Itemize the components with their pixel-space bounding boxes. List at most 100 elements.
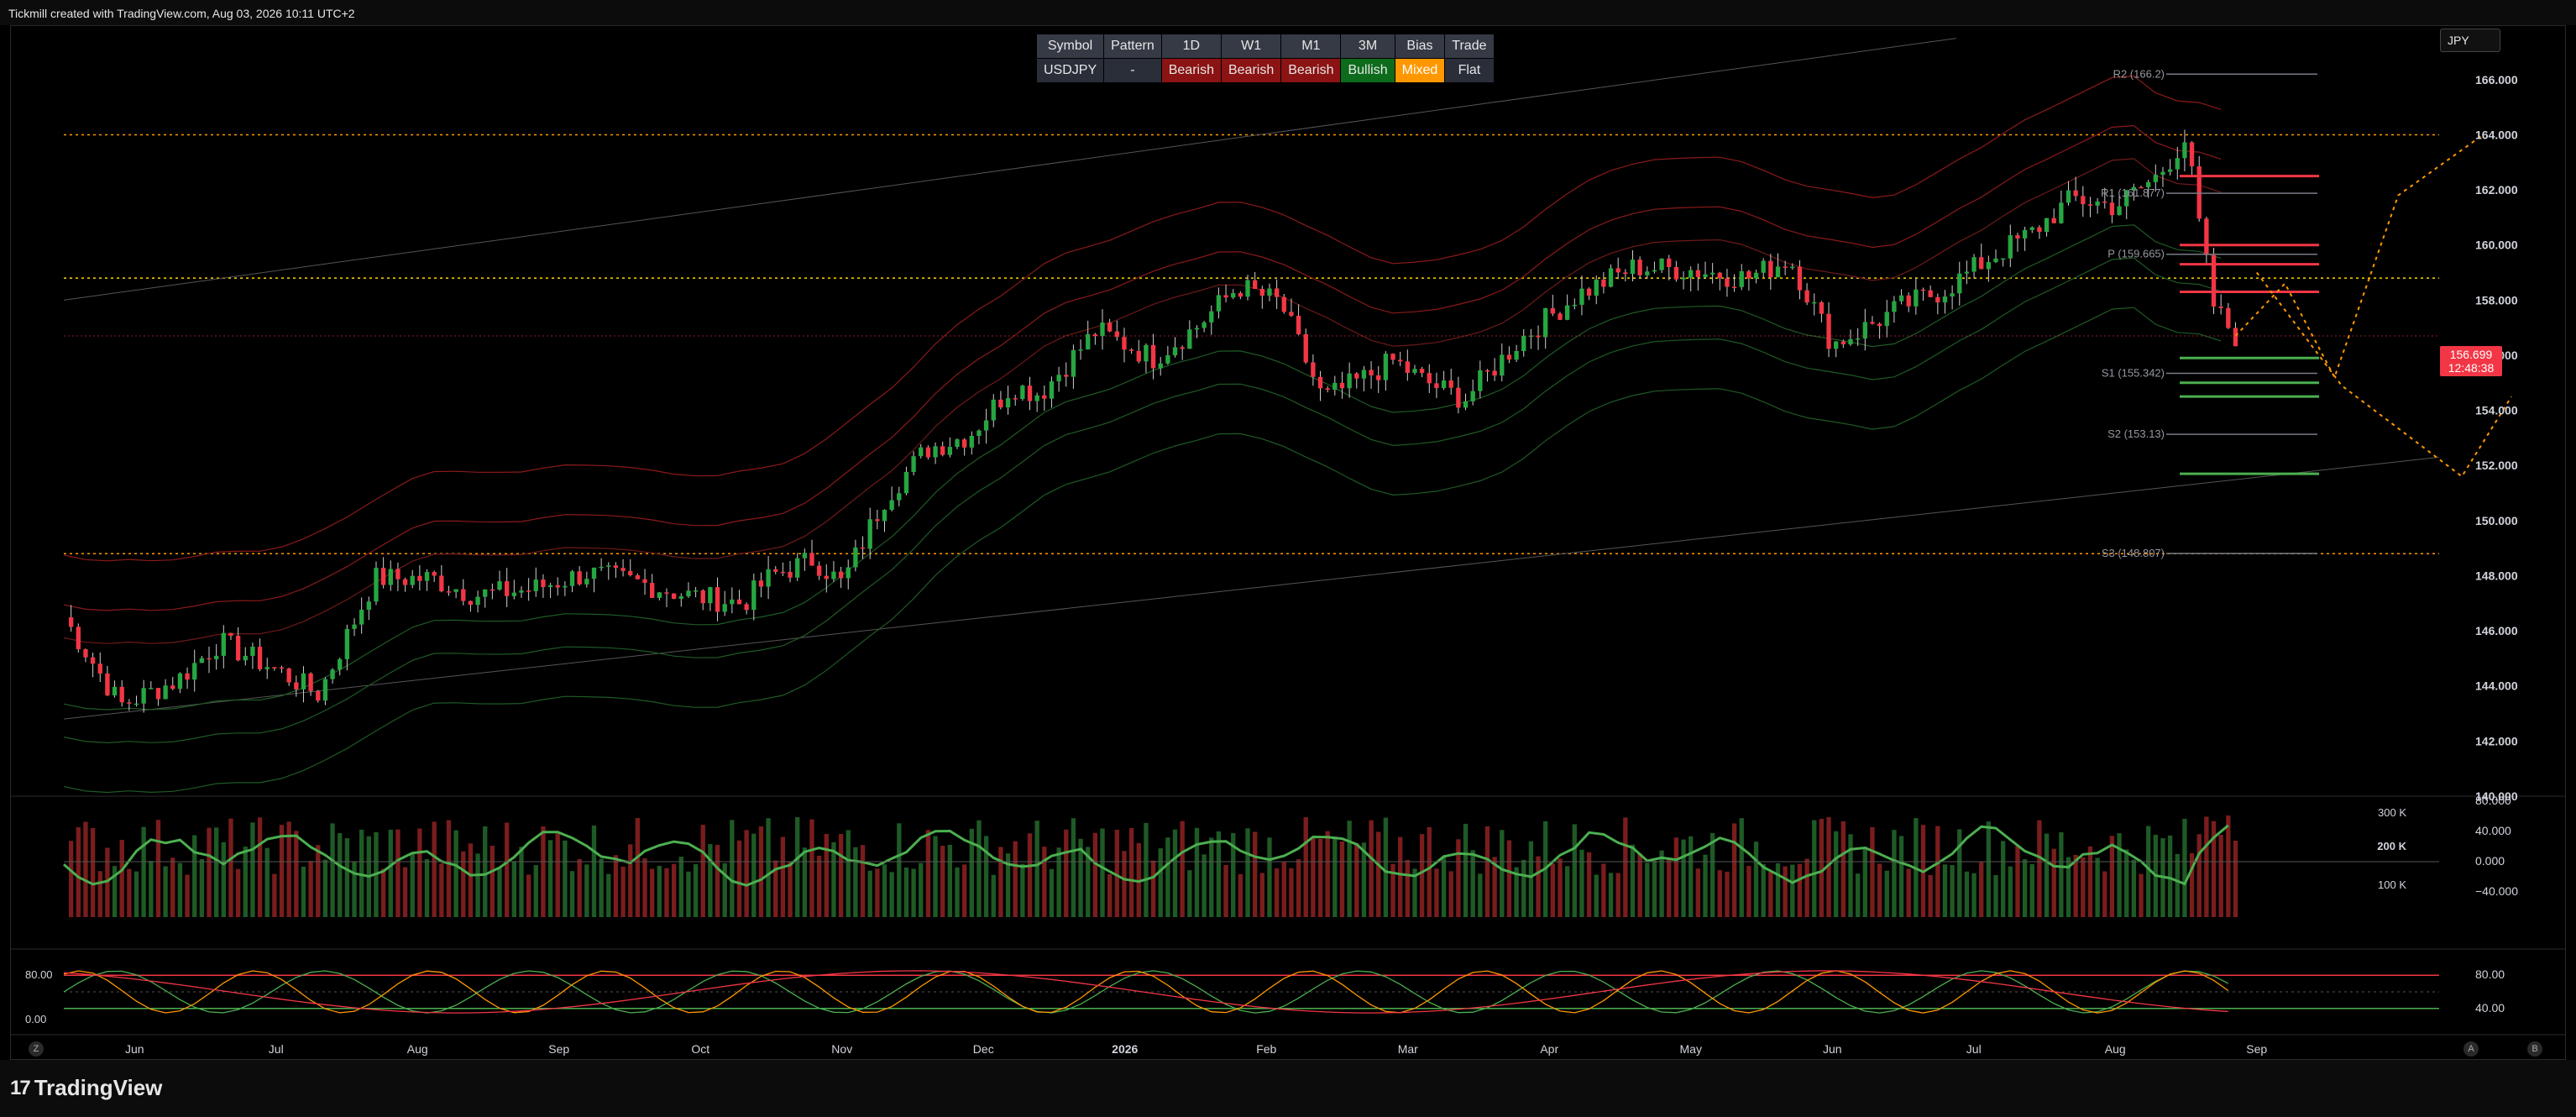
candle-body	[497, 581, 502, 590]
volume-bar	[1194, 827, 1200, 917]
volume-bar	[1979, 862, 1984, 917]
candle-body	[359, 609, 364, 625]
volume-bar	[1500, 830, 1505, 917]
candle-body	[1797, 266, 1803, 291]
candle-body	[1150, 344, 1156, 369]
candle-body	[1601, 279, 1606, 287]
candle-body	[1681, 277, 1686, 280]
candle-body	[897, 493, 902, 501]
candle-body	[693, 590, 699, 592]
volume-bar	[97, 871, 102, 917]
candle-body	[1623, 272, 1628, 275]
volume-bar	[1870, 826, 1875, 917]
candle-body	[2066, 190, 2071, 203]
volume-bar	[1398, 836, 1403, 917]
candle-body	[1986, 262, 1992, 270]
volume-bar	[1579, 849, 1584, 917]
candle-body	[2153, 175, 2158, 182]
auto-scale-button[interactable]: A	[2463, 1041, 2479, 1057]
candle-body	[250, 647, 255, 656]
candle-body	[199, 658, 205, 663]
volume-bar	[2044, 833, 2050, 917]
volume-bar	[875, 868, 880, 917]
volume-bar	[1521, 859, 1526, 917]
volume-bar	[2131, 859, 2137, 917]
candle-body	[68, 616, 74, 627]
volume-bar	[468, 843, 474, 917]
candle-body	[606, 565, 611, 567]
candle-body	[780, 571, 786, 574]
candle-body	[903, 471, 909, 494]
volume-bar	[1739, 818, 1744, 917]
candle-body	[257, 647, 263, 669]
candle-body	[730, 599, 735, 605]
tradingview-logo[interactable]: 17 TradingView	[10, 1075, 162, 1101]
volume-bar	[853, 847, 858, 917]
candle-body	[2081, 196, 2086, 205]
x-tick-label: Feb	[1256, 1042, 1276, 1056]
candle-body	[432, 572, 437, 576]
volume-bar	[1834, 831, 1839, 917]
y-tick-label: 150.000	[2475, 514, 2518, 527]
chart-canvas[interactable]: R2 (166.2) R1 (161.877) P (159.665) S1 (155…	[0, 0, 2576, 1060]
x-tick-label: Jun	[1823, 1042, 1842, 1056]
candle-body	[766, 569, 771, 587]
volume-bar	[497, 867, 502, 917]
candle-body	[1870, 322, 1875, 324]
candle-body	[824, 575, 829, 579]
candle-body	[2218, 306, 2223, 308]
volume-bar	[1564, 866, 1570, 917]
candle-body	[279, 667, 285, 669]
x-tick-label: Aug	[407, 1042, 428, 1056]
status-header-5: 3M	[1340, 34, 1395, 59]
candle-body	[1892, 301, 1897, 312]
candle-body	[1281, 296, 1286, 312]
candle-body	[1144, 344, 1149, 362]
volume-bar	[1202, 854, 1207, 917]
volume-bar	[955, 867, 960, 917]
volume-bar	[228, 818, 233, 917]
volume-bar	[395, 829, 401, 917]
candle-body	[628, 570, 633, 575]
candle-body	[2044, 218, 2050, 233]
candle-body	[141, 688, 146, 704]
log-scale-button[interactable]: B	[2527, 1041, 2542, 1057]
candle-body	[1725, 278, 1730, 287]
volume-tick-label: 200 K	[2377, 840, 2406, 852]
volume-bar	[555, 833, 560, 917]
candle-body	[192, 663, 197, 680]
candle-body	[2087, 204, 2093, 206]
volume-bar	[591, 825, 597, 917]
candle-body	[919, 447, 924, 457]
candle-body	[2029, 227, 2034, 230]
symbol-box[interactable]: JPY	[2440, 29, 2500, 52]
candle-body	[2182, 142, 2187, 159]
candle-body	[1558, 313, 1563, 320]
timezone-button[interactable]: Z	[29, 1041, 44, 1057]
volume-bar	[693, 863, 699, 917]
status-header-4: M1	[1280, 34, 1342, 59]
volume-bar	[2204, 816, 2209, 917]
candle-body	[1790, 266, 1795, 269]
candle-body	[1419, 369, 1425, 374]
candle-body	[1572, 304, 1577, 307]
channel-upper-line	[63, 38, 1957, 301]
candle-body	[213, 655, 219, 660]
volume-bar	[243, 847, 248, 917]
candle-body	[795, 558, 800, 578]
volume-bar	[1506, 840, 1512, 917]
volume-bar	[1383, 817, 1389, 917]
volume-bar	[795, 817, 800, 917]
volume-bar	[1339, 841, 1345, 917]
volume-bar	[2095, 857, 2100, 917]
candle-body	[1709, 272, 1715, 275]
volume-bar	[897, 823, 902, 917]
volume-bar	[1681, 839, 1686, 917]
candle-body	[439, 575, 444, 592]
candle-body	[1550, 308, 1556, 314]
volume-bar	[889, 872, 894, 917]
volume-bar	[192, 835, 197, 917]
volume-bar	[599, 858, 604, 917]
candle-body	[149, 688, 154, 690]
y-tick-label: 152.000	[2475, 459, 2518, 472]
